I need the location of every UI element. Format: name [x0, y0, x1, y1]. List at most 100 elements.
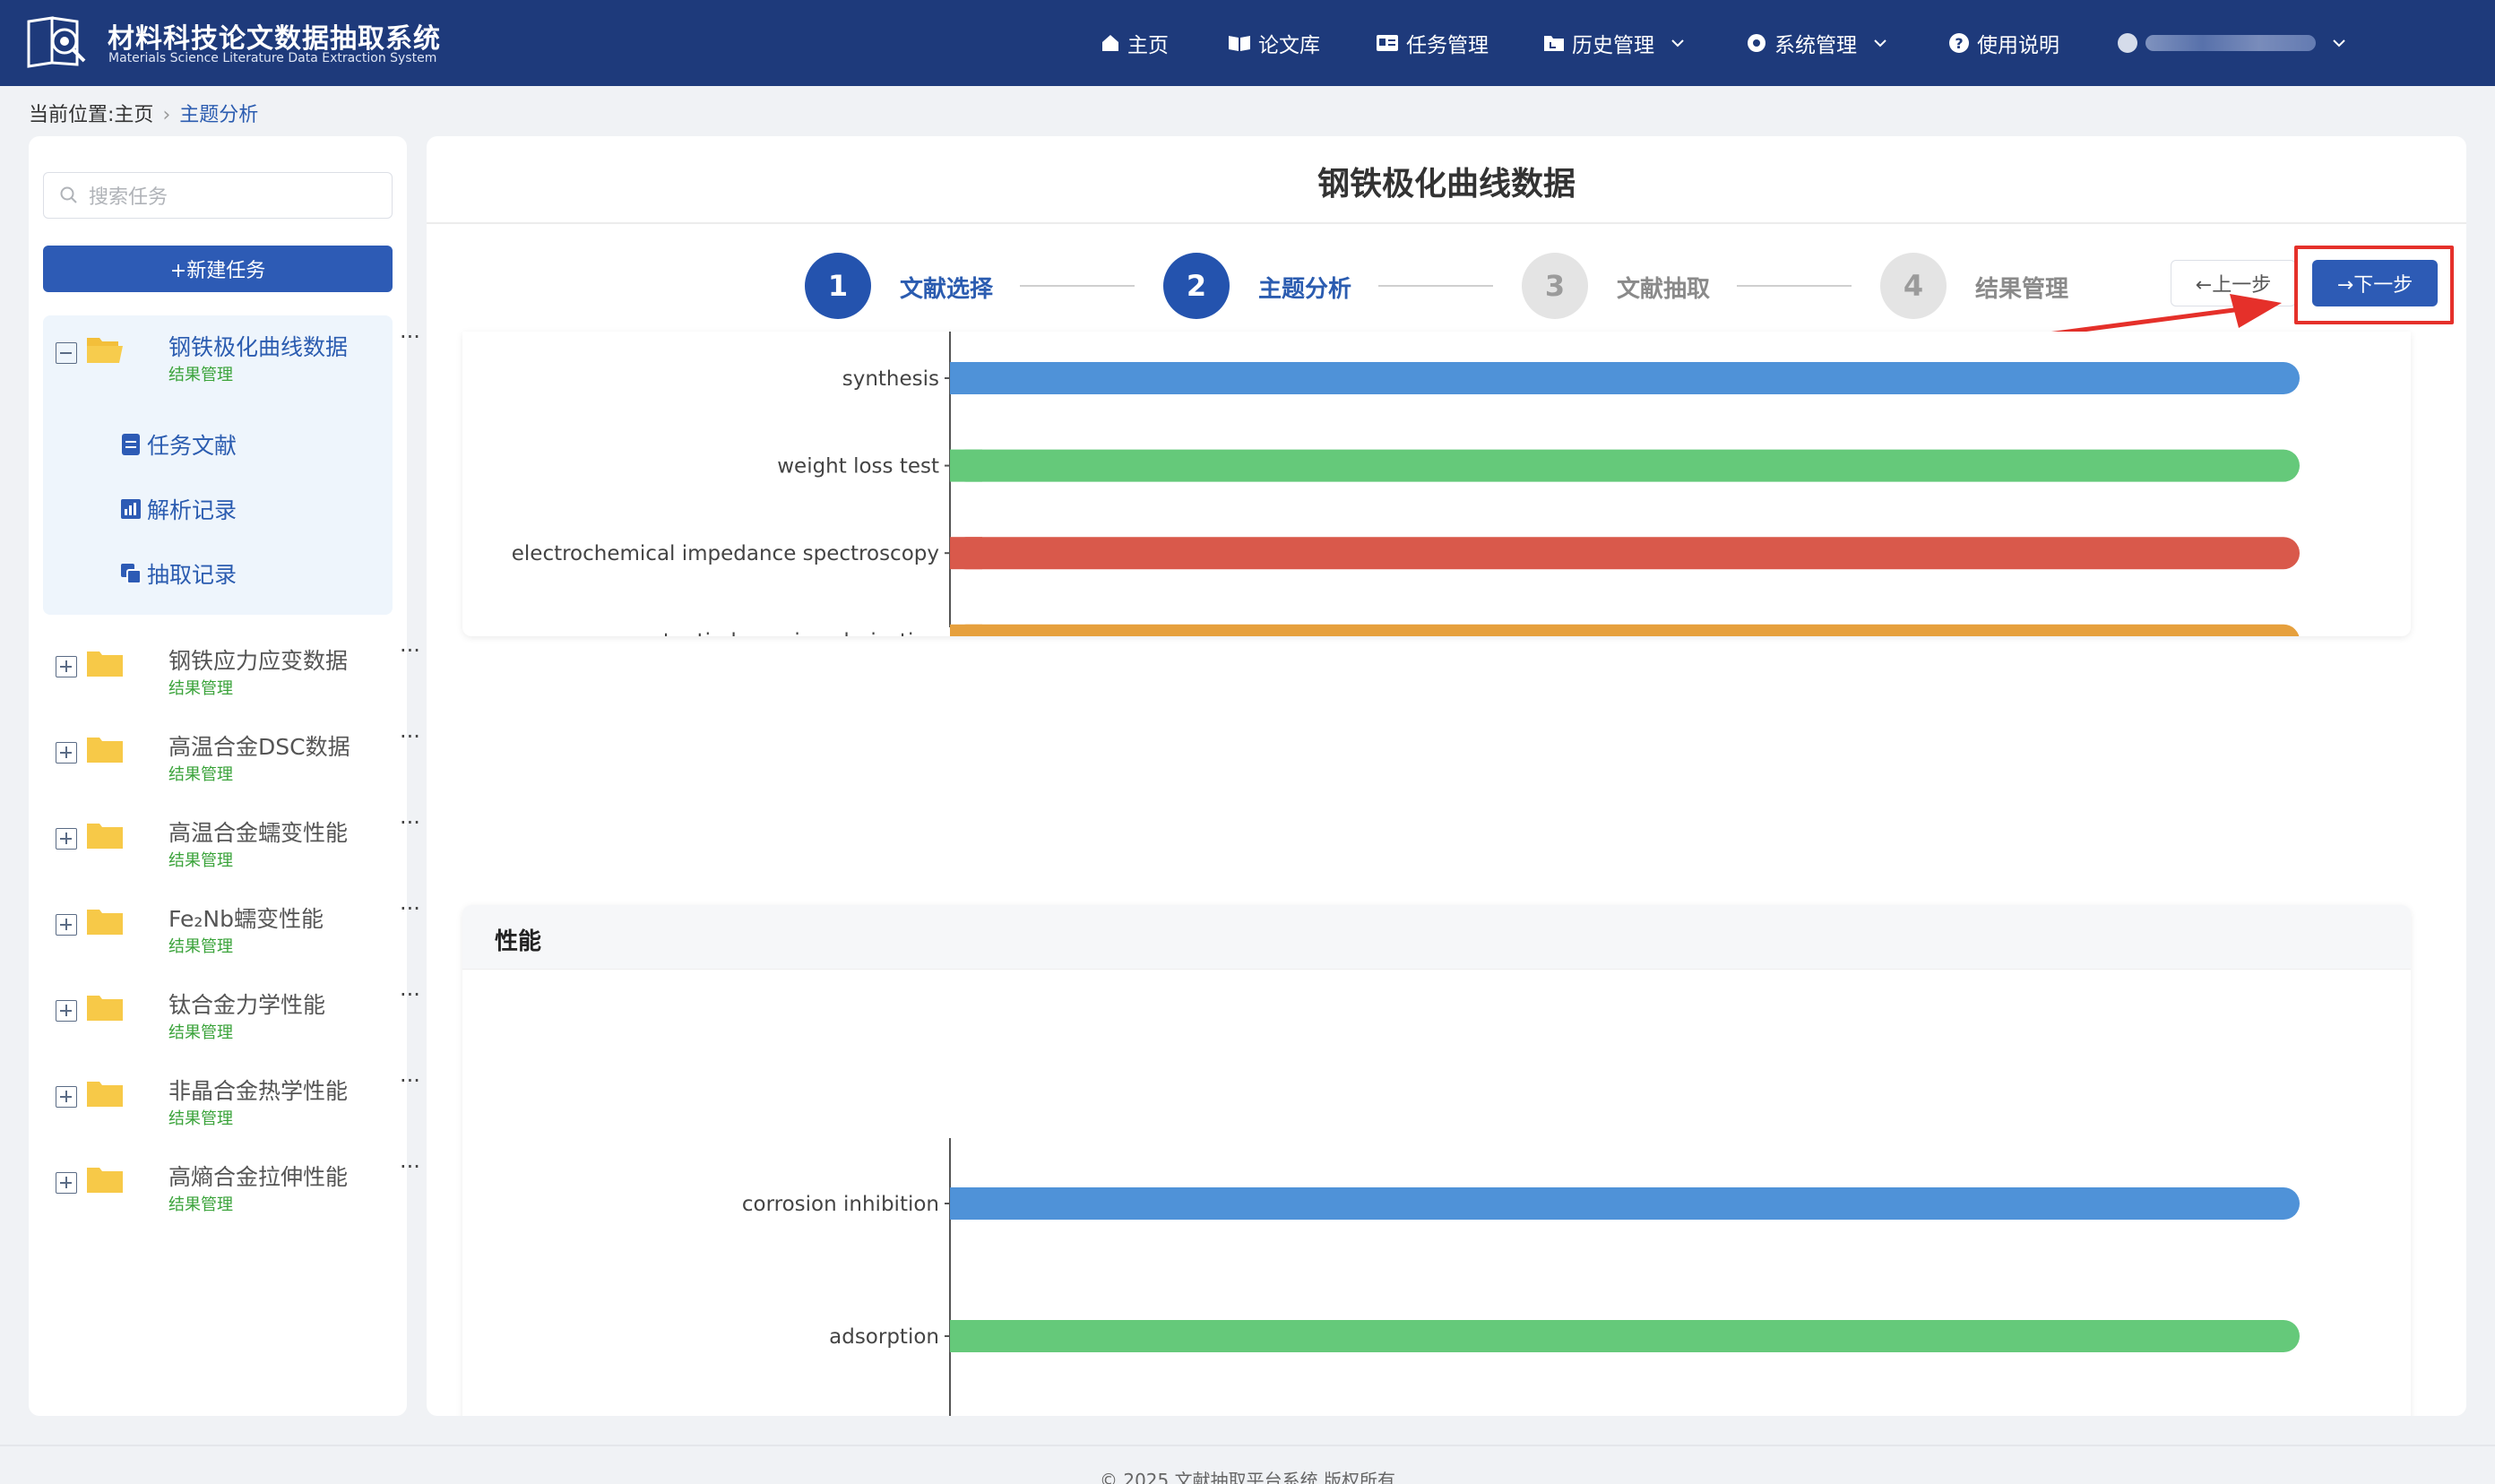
- chart-bar-base: [950, 624, 982, 636]
- step-2-label[interactable]: 主题分析: [1258, 271, 1351, 304]
- sub-item-label: 解析记录: [147, 497, 237, 523]
- search-icon: [60, 186, 77, 203]
- document-icon: [122, 434, 140, 455]
- step-2-circle[interactable]: 2: [1163, 253, 1230, 319]
- task-item[interactable]: Fe₂Nb蠕变性能 结果管理 ···: [43, 887, 420, 959]
- breadcrumb-prefix: 当前位置:: [29, 104, 115, 126]
- folder-open-icon: [87, 338, 123, 363]
- more-icon[interactable]: ···: [400, 810, 420, 835]
- task-name: 钛合金力学性能: [168, 992, 326, 1018]
- task-name: 钢铁应力应变数据: [168, 648, 349, 674]
- task-name: 钢铁极化曲线数据: [168, 334, 349, 360]
- gear-icon: [1748, 34, 1765, 52]
- task-status: 结果管理: [168, 366, 233, 384]
- task-item[interactable]: 高熵合金拉伸性能 结果管理 ···: [43, 1145, 420, 1217]
- property-bar-chart: corrosion inhibitionadsorptionthermodyna…: [742, 1138, 2300, 1416]
- more-icon[interactable]: ···: [400, 1068, 420, 1093]
- task-name: Fe₂Nb蠕变性能: [168, 906, 324, 932]
- chart-bar[interactable]: [950, 1320, 2300, 1352]
- folder-icon: [87, 910, 123, 935]
- task-item[interactable]: 高温合金蠕变性能 结果管理 ···: [43, 801, 420, 873]
- chart-icon: [121, 499, 141, 519]
- chart-bar[interactable]: [950, 624, 2300, 636]
- step-3-label[interactable]: 文献抽取: [1617, 271, 1710, 304]
- method-bar-chart: synthesis weight loss test electrochemical…: [512, 332, 2300, 636]
- task-item[interactable]: 钛合金力学性能 结果管理 ···: [43, 973, 420, 1045]
- more-icon[interactable]: ···: [400, 638, 420, 663]
- chart-bar[interactable]: [950, 537, 2300, 570]
- page-title: 钢铁极化曲线数据: [1317, 166, 1576, 203]
- step-connector: [1020, 285, 1135, 287]
- book-icon: [1229, 36, 1250, 51]
- property-chart-card: 性能 corrosion inhibitionadsorptionthermod…: [462, 905, 2411, 1416]
- task-name: 高温合金DSC数据: [168, 734, 350, 760]
- task-item[interactable]: 高温合金DSC数据 结果管理 ···: [43, 715, 420, 787]
- more-icon[interactable]: ···: [400, 324, 420, 349]
- nav-help[interactable]: ? 使用说明: [1948, 27, 2059, 59]
- chart-bar-base: [950, 537, 982, 570]
- step-1-circle[interactable]: 1: [805, 253, 871, 319]
- sub-item-label: 抽取记录: [147, 562, 237, 588]
- app-subtitle: Materials Science Literature Data Extrac…: [108, 51, 437, 65]
- nav-system[interactable]: 系统管理: [1746, 27, 1887, 59]
- task-item[interactable]: 钢铁应力应变数据 结果管理 ···: [43, 629, 420, 701]
- nav-home[interactable]: 主页: [1101, 27, 1169, 59]
- task-item[interactable]: 非晶合金热学性能 结果管理 ···: [43, 1059, 420, 1131]
- sub-item-parse-records[interactable]: 解析记录: [120, 493, 237, 525]
- expand-icon[interactable]: [56, 1172, 77, 1194]
- search-placeholder: 搜索任务: [89, 186, 168, 209]
- expand-icon[interactable]: [56, 1086, 77, 1108]
- task-status: 结果管理: [168, 679, 233, 698]
- more-icon[interactable]: ···: [400, 982, 420, 1007]
- breadcrumb-home[interactable]: 主页: [114, 104, 153, 126]
- app-title: 材料科技论文数据抽取系统: [108, 23, 441, 55]
- expand-icon[interactable]: [56, 656, 77, 677]
- more-icon[interactable]: ···: [400, 724, 420, 749]
- nav-tasks[interactable]: 任务管理: [1376, 27, 1489, 59]
- step-3-circle[interactable]: 3: [1522, 253, 1588, 319]
- nav-system-label: 系统管理: [1774, 34, 1857, 57]
- step-connector: [1737, 285, 1852, 287]
- help-icon: ?: [1949, 33, 1969, 53]
- chart-bar[interactable]: [950, 449, 2300, 482]
- expand-icon[interactable]: [56, 742, 77, 764]
- task-name: 非晶合金热学性能: [168, 1078, 349, 1104]
- user-menu[interactable]: [2117, 27, 2346, 59]
- chart-bar-base: [950, 1320, 982, 1352]
- sub-item-task-papers[interactable]: 任务文献: [120, 428, 237, 461]
- username-blurred: [2145, 35, 2316, 51]
- more-icon[interactable]: ···: [400, 1154, 420, 1179]
- chart-bar[interactable]: [950, 1187, 2300, 1220]
- history-folder-icon: [1544, 36, 1564, 51]
- chart-bar[interactable]: [950, 362, 2300, 394]
- task-status: 结果管理: [168, 851, 233, 870]
- task-search-input[interactable]: 搜索任务: [43, 172, 393, 219]
- collapse-icon[interactable]: [56, 342, 77, 364]
- breadcrumb: 当前位置:主页 › 主题分析: [29, 99, 258, 127]
- expand-icon[interactable]: [56, 914, 77, 936]
- expand-icon[interactable]: [56, 1000, 77, 1022]
- task-status: 结果管理: [168, 1195, 233, 1214]
- task-name: 高熵合金拉伸性能: [168, 1164, 349, 1190]
- new-task-button[interactable]: +新建任务: [43, 246, 393, 292]
- breadcrumb-separator: ›: [162, 104, 171, 126]
- sub-item-extract-records[interactable]: 抽取记录: [120, 557, 237, 590]
- category-label: potentiodynamic polarization: [637, 630, 939, 636]
- step-4-circle[interactable]: 4: [1880, 253, 1947, 319]
- method-chart-card: synthesis weight loss test electrochemical…: [462, 332, 2411, 636]
- expand-icon[interactable]: [56, 828, 77, 850]
- task-name: 高温合金蠕变性能: [168, 820, 349, 846]
- more-icon[interactable]: ···: [400, 896, 420, 921]
- task-sidebar: 搜索任务 +新建任务 钢铁极化曲线数据 结果管理 ··· 任务文献 解析记录 抽…: [29, 136, 420, 1416]
- chart-bar-base: [950, 449, 982, 482]
- nav-papers[interactable]: 论文库: [1228, 27, 1320, 59]
- step-1-label[interactable]: 文献选择: [900, 271, 993, 304]
- task-status: 结果管理: [168, 937, 233, 956]
- breadcrumb-current: 主题分析: [179, 104, 259, 126]
- svg-text:?: ?: [1955, 35, 1963, 52]
- category-label: electrochemical impedance spectroscopy: [512, 542, 939, 565]
- chevron-down-icon: [2333, 39, 2345, 47]
- nav-history[interactable]: 历史管理: [1543, 27, 1685, 59]
- annotation-highlight-box: [2294, 246, 2454, 324]
- task-item-active[interactable]: 钢铁极化曲线数据 结果管理 ··· 任务文献 解析记录 抽取记录: [43, 315, 420, 615]
